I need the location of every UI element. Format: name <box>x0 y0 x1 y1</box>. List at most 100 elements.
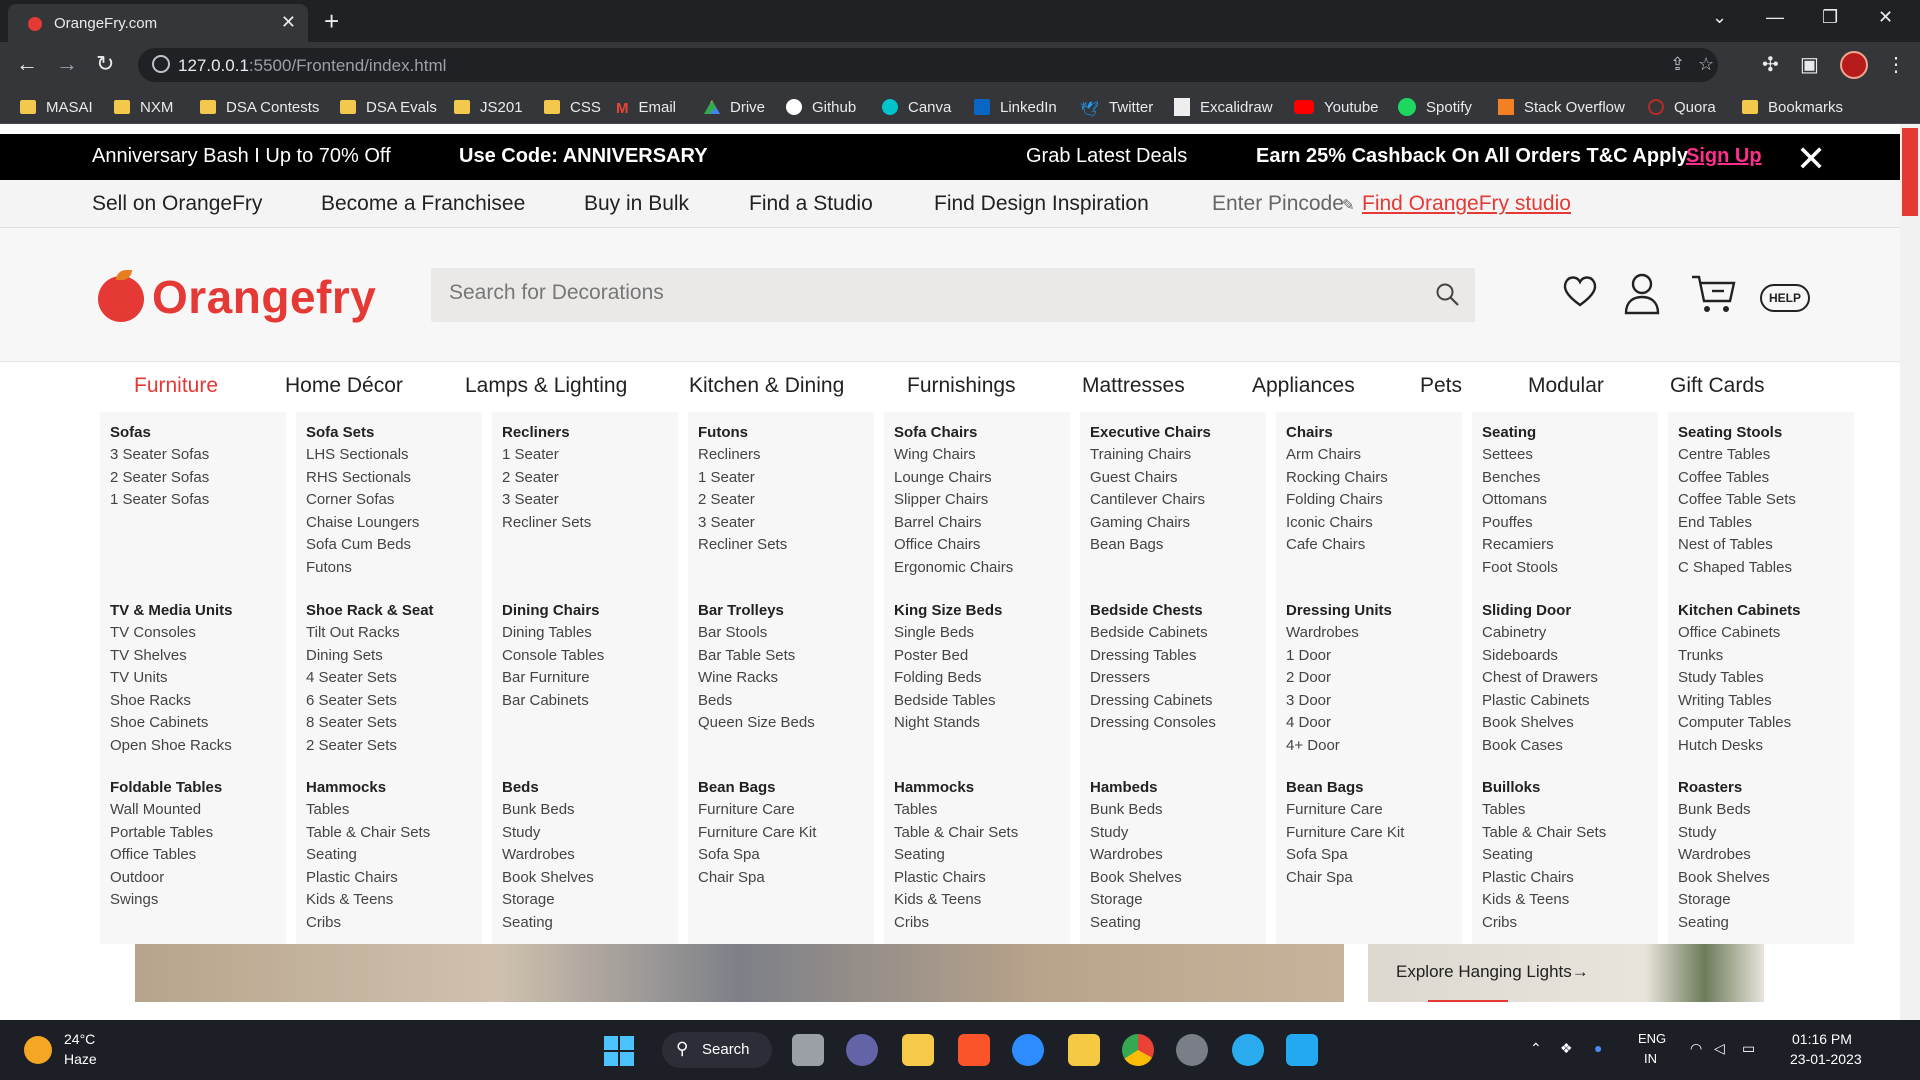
signup-link[interactable]: Sign Up <box>1686 145 1762 168</box>
menu-group-title[interactable]: Sofa Chairs <box>894 422 1013 444</box>
battery-icon[interactable]: ▭ <box>1742 1040 1755 1057</box>
menu-group-title[interactable]: Builloks <box>1482 777 1606 799</box>
url-text[interactable]: 127.0.0.1:5500/Frontend/index.html <box>178 56 446 76</box>
menu-group-title[interactable]: Shoe Rack & Seat <box>306 600 434 622</box>
category-lamps-lighting[interactable]: Lamps & Lighting <box>465 374 627 398</box>
menu-item[interactable]: Office Tables <box>110 844 222 867</box>
scrollbar-thumb[interactable] <box>1902 128 1918 216</box>
menu-item[interactable]: Arm Chairs <box>1286 444 1388 467</box>
menu-item[interactable]: Writing Tables <box>1678 690 1801 713</box>
menu-item[interactable]: TV Units <box>110 667 233 690</box>
tab-search-icon[interactable]: ⌄ <box>1712 7 1727 28</box>
franchise-link[interactable]: Become a Franchisee <box>321 192 525 216</box>
profile-avatar[interactable] <box>1840 51 1868 79</box>
menu-group-title[interactable]: Sofas <box>110 422 209 444</box>
chrome-icon[interactable] <box>1122 1034 1154 1066</box>
tab-close-icon[interactable]: ✕ <box>281 12 296 33</box>
menu-item[interactable]: Settees <box>1482 444 1558 467</box>
menu-item[interactable]: Console Tables <box>502 645 604 668</box>
menu-item[interactable]: TV Shelves <box>110 645 233 668</box>
bookmark-bookmarks[interactable]: Bookmarks <box>1742 96 1843 118</box>
menu-item[interactable]: Tilt Out Racks <box>306 622 434 645</box>
menu-item[interactable]: Cribs <box>894 912 1018 935</box>
menu-item[interactable]: Table & Chair Sets <box>306 822 430 845</box>
reload-icon[interactable]: ↻ <box>96 51 114 77</box>
menu-group-title[interactable]: Recliners <box>502 422 591 444</box>
menu-item[interactable]: Dining Tables <box>502 622 604 645</box>
menu-item[interactable]: Plastic Chairs <box>894 867 1018 890</box>
menu-item[interactable]: Plastic Chairs <box>1482 867 1606 890</box>
menu-item[interactable]: Cribs <box>306 912 430 935</box>
menu-item[interactable]: Chest of Drawers <box>1482 667 1598 690</box>
menu-group-title[interactable]: Bedside Chests <box>1090 600 1216 622</box>
category-furniture[interactable]: Furniture <box>134 374 218 398</box>
menu-item[interactable]: 2 Seater <box>698 489 787 512</box>
side-panel-icon[interactable]: ▣ <box>1800 52 1819 77</box>
category-appliances[interactable]: Appliances <box>1252 374 1355 398</box>
bookmark-drive[interactable]: Drive <box>704 96 765 118</box>
menu-item[interactable]: 1 Door <box>1286 645 1392 668</box>
menu-group-title[interactable]: Kitchen Cabinets <box>1678 600 1801 622</box>
menu-item[interactable]: Kids & Teens <box>1482 889 1606 912</box>
menu-item[interactable]: Tables <box>1482 799 1606 822</box>
menu-item[interactable]: Bar Stools <box>698 622 815 645</box>
menu-item[interactable]: Dining Sets <box>306 645 434 668</box>
menu-group-title[interactable]: Hammocks <box>306 777 430 799</box>
menu-group-title[interactable]: Dressing Units <box>1286 600 1392 622</box>
menu-group-title[interactable]: Chairs <box>1286 422 1388 444</box>
hero-banner-image[interactable] <box>135 944 1344 1002</box>
bookmark-excalidraw[interactable]: Excalidraw <box>1174 96 1273 118</box>
menu-group-title[interactable]: Sofa Sets <box>306 422 419 444</box>
menu-item[interactable]: Nest of Tables <box>1678 534 1796 557</box>
menu-item[interactable]: 6 Seater Sets <box>306 690 434 713</box>
menu-item[interactable]: Bar Furniture <box>502 667 604 690</box>
zoom-icon[interactable] <box>1012 1034 1044 1066</box>
menu-item[interactable]: Single Beds <box>894 622 1002 645</box>
address-bar[interactable]: 127.0.0.1:5500/Frontend/index.html ⇪ ☆ <box>138 48 1718 82</box>
menu-group-title[interactable]: Sliding Door <box>1482 600 1598 622</box>
menu-item[interactable]: Plastic Cabinets <box>1482 690 1598 713</box>
search-icon[interactable] <box>1435 282 1461 313</box>
menu-item[interactable]: TV Consoles <box>110 622 233 645</box>
menu-item[interactable]: Study <box>502 822 594 845</box>
menu-item[interactable]: Ottomans <box>1482 489 1558 512</box>
menu-item[interactable]: Bedside Cabinets <box>1090 622 1216 645</box>
menu-item[interactable]: Book Shelves <box>1482 712 1598 735</box>
menu-item[interactable]: Plastic Chairs <box>306 867 430 890</box>
menu-item[interactable]: Cabinetry <box>1482 622 1598 645</box>
menu-item[interactable]: Sofa Spa <box>698 844 816 867</box>
design-inspiration-link[interactable]: Find Design Inspiration <box>934 192 1149 216</box>
menu-item[interactable]: Lounge Chairs <box>894 467 1013 490</box>
menu-item[interactable]: LHS Sectionals <box>306 444 419 467</box>
bookmark-nxm[interactable]: NXM <box>114 96 173 118</box>
menu-item[interactable]: Study <box>1090 822 1182 845</box>
menu-item[interactable]: Dressing Cabinets <box>1090 690 1216 713</box>
menu-item[interactable]: Seating <box>894 844 1018 867</box>
minimize-icon[interactable]: — <box>1766 7 1784 28</box>
menu-item[interactable]: 1 Seater Sofas <box>110 489 209 512</box>
account-user-icon[interactable] <box>1622 271 1662 320</box>
wifi-icon[interactable]: ◠ <box>1690 1040 1702 1057</box>
menu-item[interactable]: Portable Tables <box>110 822 222 845</box>
share-icon[interactable]: ⇪ <box>1670 54 1685 75</box>
menu-item[interactable]: Seating <box>306 844 430 867</box>
menu-item[interactable]: Rocking Chairs <box>1286 467 1388 490</box>
menu-item[interactable]: Dressing Tables <box>1090 645 1216 668</box>
menu-group-title[interactable]: Foldable Tables <box>110 777 222 799</box>
pincode-label[interactable]: Enter Pincode <box>1212 192 1344 216</box>
menu-item[interactable]: Hutch Desks <box>1678 735 1801 758</box>
menu-item[interactable]: Recliners <box>698 444 787 467</box>
menu-item[interactable]: Furniture Care Kit <box>698 822 816 845</box>
menu-item[interactable]: Bar Table Sets <box>698 645 815 668</box>
tray-chevron-up-icon[interactable]: ⌃ <box>1530 1040 1542 1057</box>
menu-item[interactable]: Swings <box>110 889 222 912</box>
menu-item[interactable]: Queen Size Beds <box>698 712 815 735</box>
menu-group-title[interactable]: Executive Chairs <box>1090 422 1211 444</box>
menu-item[interactable]: Ergonomic Chairs <box>894 557 1013 580</box>
menu-item[interactable]: Pouffes <box>1482 512 1558 535</box>
menu-group-title[interactable]: Hammocks <box>894 777 1018 799</box>
menu-item[interactable]: Sideboards <box>1482 645 1598 668</box>
restore-icon[interactable]: ❐ <box>1822 7 1838 28</box>
bookmark-linkedin[interactable]: LinkedIn <box>974 96 1057 118</box>
bookmark-js201[interactable]: JS201 <box>454 96 523 118</box>
